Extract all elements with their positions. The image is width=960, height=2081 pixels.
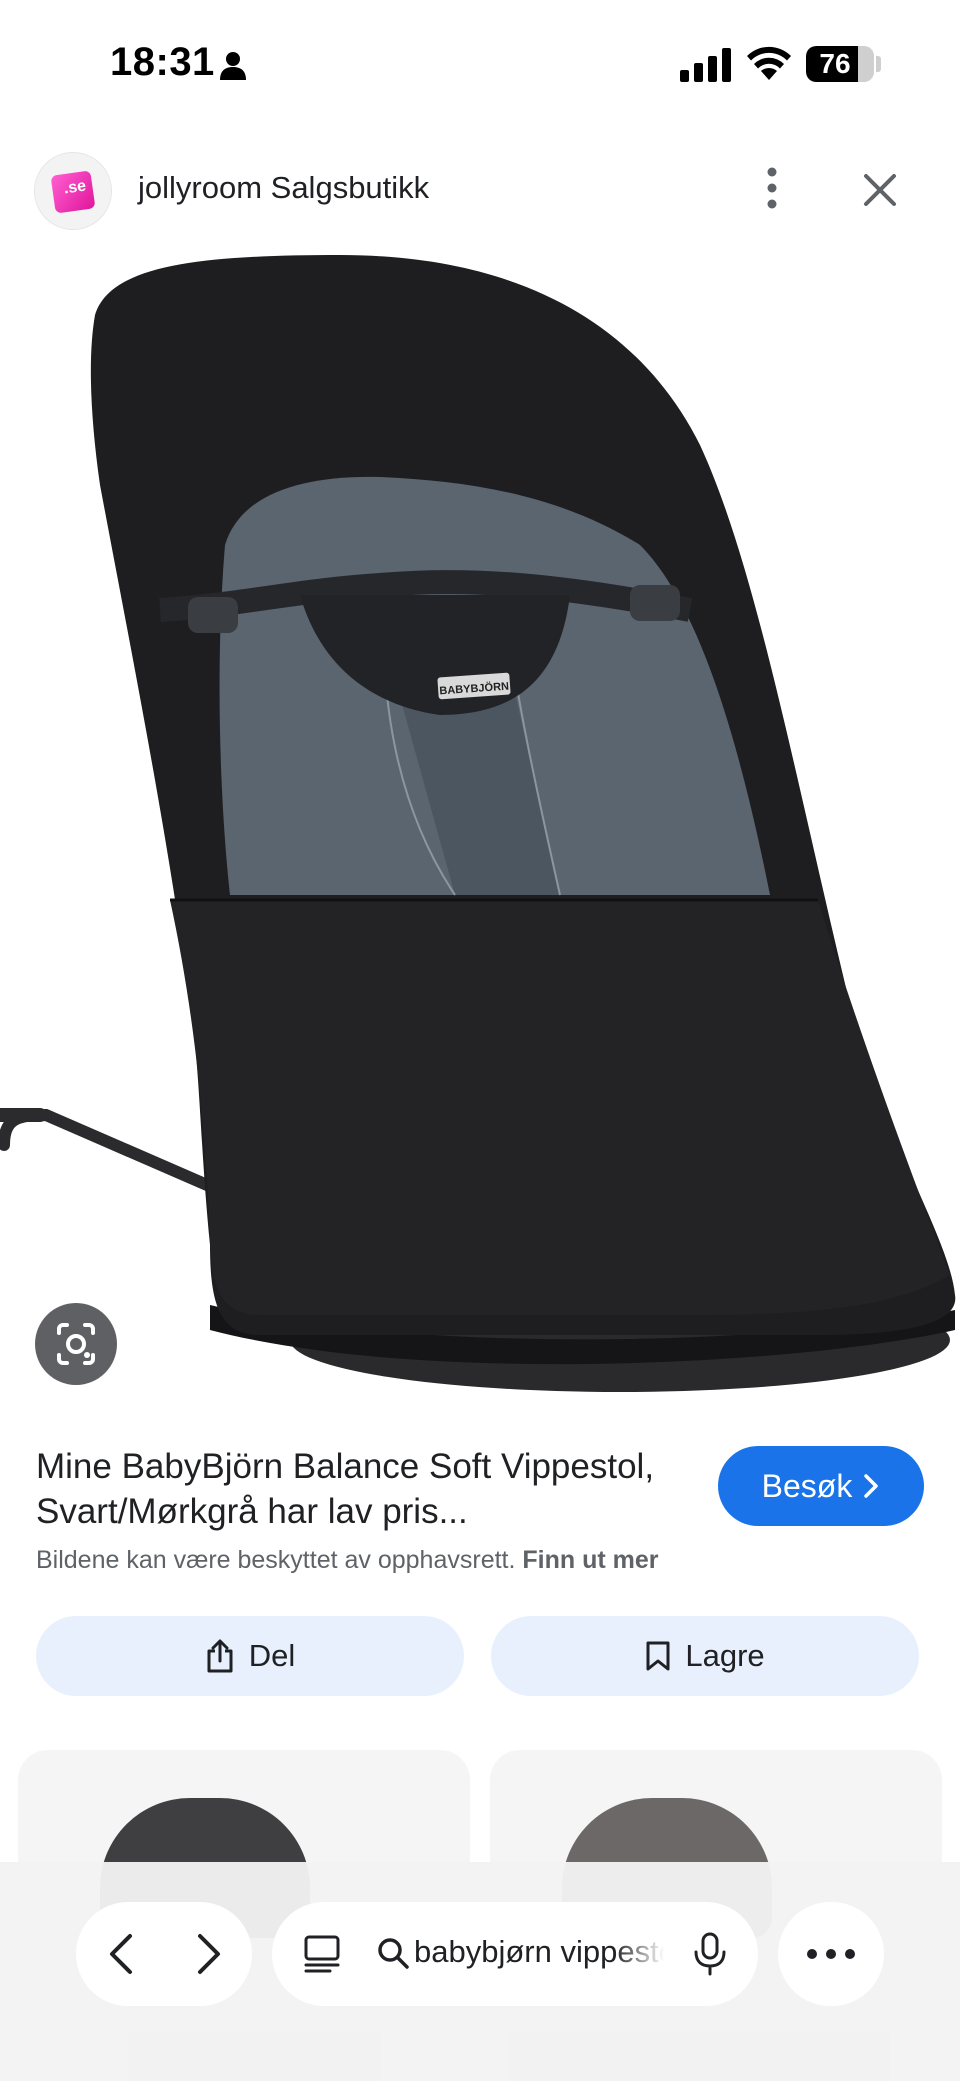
battery-tip	[876, 56, 881, 72]
camera-lens-icon	[57, 1323, 95, 1365]
battery-level: 76	[819, 48, 851, 79]
search-icon	[378, 1938, 409, 1969]
more-vertical-icon[interactable]	[754, 162, 790, 214]
copyright-text: Bildene kan være beskyttet av opphavsret…	[36, 1546, 516, 1574]
site-name[interactable]: jollyroom Salgsbutikk	[138, 170, 429, 206]
navigation-pill	[76, 1902, 252, 2006]
mic-icon[interactable]	[692, 1932, 728, 1976]
share-label: Del	[248, 1638, 296, 1673]
chevron-right-icon	[864, 1474, 879, 1498]
wifi-icon	[747, 46, 791, 80]
product-image[interactable]: BABYBJÖRN	[0, 245, 960, 1420]
more-options-button[interactable]	[778, 1902, 884, 2006]
status-time: 18:31	[110, 40, 215, 84]
save-button[interactable]: Lagre	[491, 1616, 919, 1696]
search-bar[interactable]: babybjørn vippestol	[272, 1902, 758, 2006]
browser-toolbar: babybjørn vippestol	[0, 1862, 960, 2081]
site-favicon[interactable]: .se	[34, 152, 112, 230]
more-horizontal-icon	[807, 1949, 855, 1959]
close-icon[interactable]	[856, 166, 904, 214]
person-icon	[220, 52, 246, 80]
save-label: Lagre	[685, 1638, 765, 1673]
lens-search-button[interactable]	[35, 1303, 117, 1385]
status-bar: 18:31 76	[0, 0, 960, 130]
bookmark-icon	[646, 1641, 670, 1671]
visit-button[interactable]: Besøk	[718, 1446, 924, 1526]
share-icon	[207, 1639, 233, 1673]
search-query[interactable]: babybjørn vippestol	[414, 1934, 664, 1970]
cellular-signal-icon	[680, 48, 731, 82]
battery-indicator: 76	[806, 46, 874, 82]
share-button[interactable]: Del	[36, 1616, 464, 1696]
product-title[interactable]: Mine BabyBjörn Balance Soft Vippestol, S…	[36, 1444, 696, 1534]
forward-icon[interactable]	[180, 1928, 232, 1980]
visit-button-label: Besøk	[761, 1467, 853, 1504]
copyright-notice: Bildene kan være beskyttet av opphavsret…	[36, 1546, 659, 1575]
tabs-icon[interactable]	[302, 1934, 342, 1974]
google-lens-image-viewer: 18:31 76 .se jollyroom Salgsbutikk BABYB…	[0, 0, 960, 2081]
back-icon[interactable]	[98, 1928, 150, 1980]
result-header: .se jollyroom Salgsbutikk	[0, 140, 960, 240]
learn-more-link[interactable]: Finn ut mer	[522, 1546, 658, 1574]
